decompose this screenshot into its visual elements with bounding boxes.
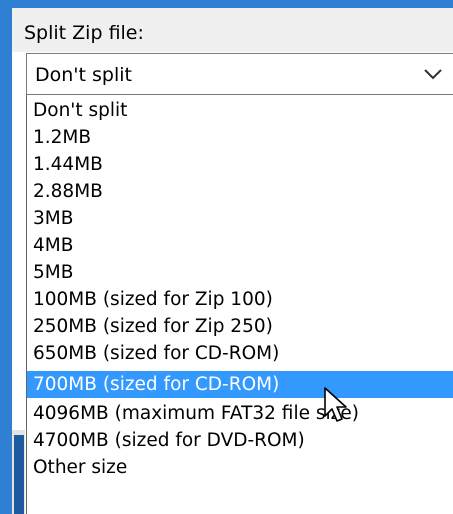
- list-item-dont-split[interactable]: Don't split: [27, 97, 453, 124]
- list-item-100mb[interactable]: 100MB (sized for Zip 100): [27, 286, 453, 313]
- list-item-3mb[interactable]: 3MB: [27, 205, 453, 232]
- combobox-selected-value: Don't split: [35, 64, 132, 86]
- split-size-dropdown-list: Don't split 1.2MB 1.44MB 2.88MB 3MB 4MB …: [26, 95, 453, 514]
- list-item-2-88mb[interactable]: 2.88MB: [27, 178, 453, 205]
- list-item-5mb[interactable]: 5MB: [27, 259, 453, 286]
- list-item-250mb[interactable]: 250MB (sized for Zip 250): [27, 313, 453, 340]
- window-left-border: [0, 0, 12, 514]
- background-window-accent: [14, 435, 24, 514]
- window-top-border: [0, 0, 453, 8]
- list-item-other-size[interactable]: Other size: [27, 454, 453, 481]
- list-item-650mb[interactable]: 650MB (sized for CD-ROM): [27, 340, 453, 367]
- list-item-1-2mb[interactable]: 1.2MB: [27, 124, 453, 151]
- chevron-down-icon[interactable]: [421, 62, 445, 86]
- list-item-4700mb[interactable]: 4700MB (sized for DVD-ROM): [27, 427, 453, 454]
- split-zip-file-label: Split Zip file:: [24, 22, 144, 44]
- list-item-700mb-highlighted[interactable]: 700MB (sized for CD-ROM): [27, 371, 453, 398]
- list-item-4mb[interactable]: 4MB: [27, 232, 453, 259]
- list-item-1-44mb[interactable]: 1.44MB: [27, 151, 453, 178]
- mouse-pointer-icon: [324, 387, 347, 422]
- page: Split Zip file: Don't split Don't split …: [0, 0, 453, 514]
- split-zip-combobox[interactable]: Don't split: [26, 53, 453, 95]
- list-item-4096mb[interactable]: 4096MB (maximum FAT32 file size): [27, 400, 453, 427]
